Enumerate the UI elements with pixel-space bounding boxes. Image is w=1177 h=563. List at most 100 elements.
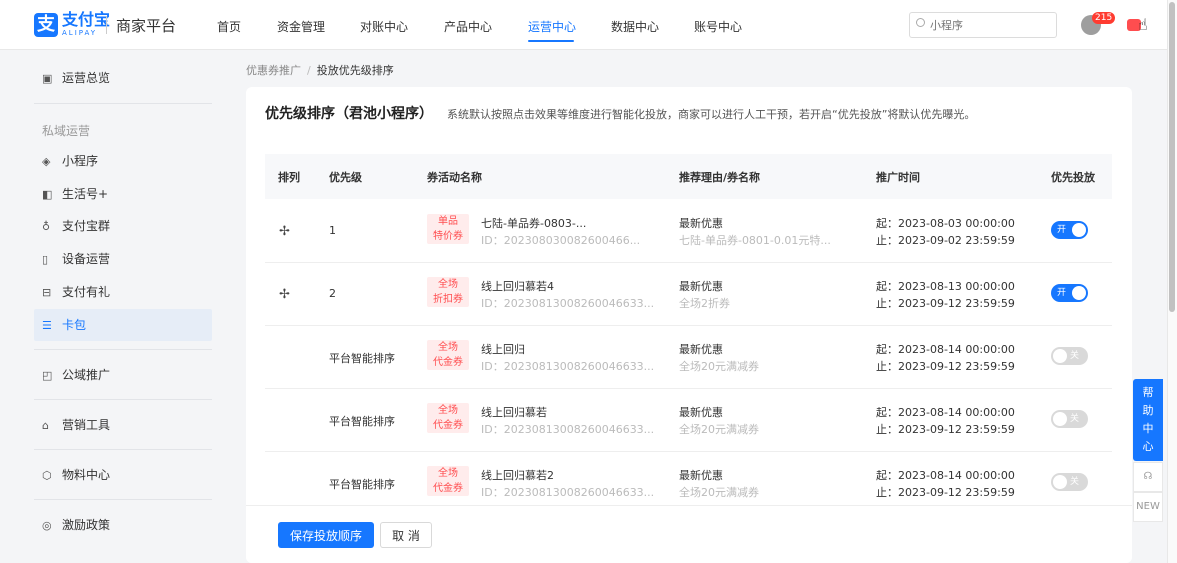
- priority-toggle[interactable]: 开: [1051, 284, 1088, 302]
- toggle-label: 开: [1057, 288, 1067, 298]
- coupon-name: 全场2折券: [679, 297, 730, 310]
- sidebar-item-label: 卡包: [62, 318, 87, 332]
- sidebar-item-cardpack[interactable]: ☰ 卡包: [34, 309, 212, 341]
- sidebar-item-materials[interactable]: ⬡ 物料中心: [34, 459, 212, 491]
- notification-badge: 215: [1092, 12, 1116, 24]
- toggle-label: 开: [1057, 225, 1067, 235]
- toggle-label: 关: [1070, 351, 1080, 361]
- coupon-name: 全场20元满减券: [679, 486, 759, 499]
- nav-funds[interactable]: 资金管理: [277, 18, 325, 35]
- priority-value: 1: [329, 224, 336, 237]
- priority-toggle[interactable]: 关: [1051, 473, 1088, 491]
- alipay-logo-icon[interactable]: 支: [34, 13, 58, 37]
- life-icon: ◧: [42, 188, 53, 201]
- priority-toggle[interactable]: 开: [1051, 221, 1088, 239]
- brand-name: 支付宝: [62, 10, 111, 29]
- activity-name: 线上回归慕若2: [481, 469, 554, 482]
- nav-active-indicator: [528, 40, 574, 42]
- cancel-button[interactable]: 取 消: [380, 522, 432, 548]
- sidebar-item-label: 支付宝群: [62, 219, 111, 233]
- breadcrumb-separator: /: [307, 64, 311, 77]
- table-row: ✢ 1 单品 特价券 七陆-单品券-0803-... ID：2023080300…: [265, 200, 1112, 263]
- priority-toggle[interactable]: 关: [1051, 347, 1088, 365]
- priority-value: 平台智能排序: [329, 352, 395, 365]
- sidebar-item-label: 生活号+: [62, 187, 109, 201]
- nav-account[interactable]: 账号中心: [694, 18, 742, 35]
- help-center-button[interactable]: 帮 助 中 心: [1133, 379, 1163, 461]
- action-bar: 保存投放顺序 取 消: [246, 505, 1132, 563]
- top-bar: 支 支付宝 ALIPAY 商家平台 首页 资金管理 对账中心 产品中心 运营中心…: [0, 0, 1167, 50]
- sidebar-item-label: 小程序: [62, 154, 99, 168]
- end-time: 止：2023-09-02 23:59:59: [876, 234, 1015, 247]
- priority-card: 优先级排序（君池小程序） 系统默认按照点击效果等维度进行智能化投放，商家可以进行…: [246, 87, 1132, 563]
- col-activity: 券活动名称: [427, 171, 482, 184]
- nav-reconciliation[interactable]: 对账中心: [360, 18, 408, 35]
- start-time: 起：2023-08-03 00:00:00: [876, 217, 1015, 230]
- breadcrumb: 优惠券推广 / 投放优先级排序: [246, 62, 394, 78]
- priority-value: 平台智能排序: [329, 478, 395, 491]
- logo-divider: [106, 16, 107, 34]
- scope-tag: 全场: [427, 466, 469, 481]
- sidebar-item-group[interactable]: ♁ 支付宝群: [34, 210, 212, 242]
- toggle-knob: [1072, 223, 1086, 237]
- nav-data[interactable]: 数据中心: [611, 18, 659, 35]
- toggle-knob: [1072, 286, 1086, 300]
- sidebar-item-public[interactable]: ◰ 公域推广: [34, 359, 212, 391]
- sidebar-item-gift[interactable]: ⊟ 支付有礼: [34, 276, 212, 308]
- nav-products[interactable]: 产品中心: [444, 18, 492, 35]
- sidebar-item-marketing[interactable]: ⌂ 营销工具: [34, 409, 212, 441]
- sidebar-item-label: 公域推广: [62, 368, 111, 382]
- col-priority: 优先级: [329, 171, 362, 184]
- sidebar-divider: [34, 349, 212, 350]
- activity-name: 线上回归慕若4: [481, 280, 554, 293]
- reason: 最新优惠: [679, 406, 723, 419]
- table-row: ✢ 2 全场 折扣券 线上回归慕若4 ID：202308130082600466…: [265, 263, 1112, 326]
- box-icon: ⬡: [42, 469, 52, 482]
- drag-handle-icon[interactable]: ✢: [279, 224, 290, 239]
- priority-value: 平台智能排序: [329, 415, 395, 428]
- activity-name: 线上回归: [481, 343, 525, 356]
- device-icon: ▯: [42, 253, 49, 266]
- start-time: 起：2023-08-13 00:00:00: [876, 280, 1015, 293]
- sidebar-item-label: 设备运营: [62, 252, 111, 266]
- sidebar-item-label: 运营总览: [62, 71, 111, 85]
- gift-icon: ⊟: [42, 286, 52, 299]
- col-order: 排列: [278, 171, 300, 184]
- nav-home[interactable]: 首页: [217, 18, 241, 35]
- type-tag: 代金券: [427, 481, 469, 496]
- end-time: 止：2023-09-12 23:59:59: [876, 297, 1015, 310]
- nav-operations[interactable]: 运营中心: [528, 18, 576, 35]
- type-tag: 代金券: [427, 418, 469, 433]
- activity-name: 七陆-单品券-0803-...: [481, 217, 587, 230]
- miniapp-icon: ◈: [42, 155, 51, 168]
- help-char: 中: [1142, 422, 1154, 435]
- activity-id: ID：20230813008260046633...: [481, 360, 655, 373]
- drag-handle-icon[interactable]: ✢: [279, 287, 290, 302]
- sidebar-group-private: 私域运营: [42, 124, 91, 138]
- scrollbar-thumb[interactable]: [1169, 2, 1175, 312]
- sidebar-item-miniapp[interactable]: ◈ 小程序: [34, 145, 212, 177]
- help-char: 心: [1142, 440, 1154, 453]
- chart-icon: ▣: [42, 72, 53, 85]
- new-icon[interactable]: NEW: [1133, 492, 1163, 522]
- scope-tag: 单品: [427, 214, 469, 229]
- col-reason: 推荐理由/券名称: [679, 171, 761, 184]
- sidebar-item-device[interactable]: ▯ 设备运营: [34, 243, 212, 275]
- search-input[interactable]: [909, 12, 1057, 38]
- headset-icon[interactable]: ☊: [1133, 462, 1163, 492]
- help-char: 助: [1142, 404, 1154, 417]
- col-priority-switch: 优先投放: [1051, 171, 1095, 184]
- search-icon: [916, 18, 925, 27]
- sidebar-item-life[interactable]: ◧ 生活号+: [34, 178, 212, 210]
- start-time: 起：2023-08-14 00:00:00: [876, 406, 1015, 419]
- reason: 最新优惠: [679, 343, 723, 356]
- group-icon: ♁: [42, 220, 51, 233]
- breadcrumb-parent[interactable]: 优惠券推广: [246, 64, 301, 77]
- reason: 最新优惠: [679, 217, 723, 230]
- save-order-button[interactable]: 保存投放顺序: [278, 522, 374, 548]
- sidebar-item-overview[interactable]: ▣ 运营总览: [34, 62, 212, 94]
- priority-toggle[interactable]: 关: [1051, 410, 1088, 428]
- sidebar-item-incentive[interactable]: ◎ 激励政策: [34, 509, 212, 541]
- sidebar-item-label: 营销工具: [62, 418, 111, 432]
- activity-id: ID：20230813008260046633...: [481, 423, 655, 436]
